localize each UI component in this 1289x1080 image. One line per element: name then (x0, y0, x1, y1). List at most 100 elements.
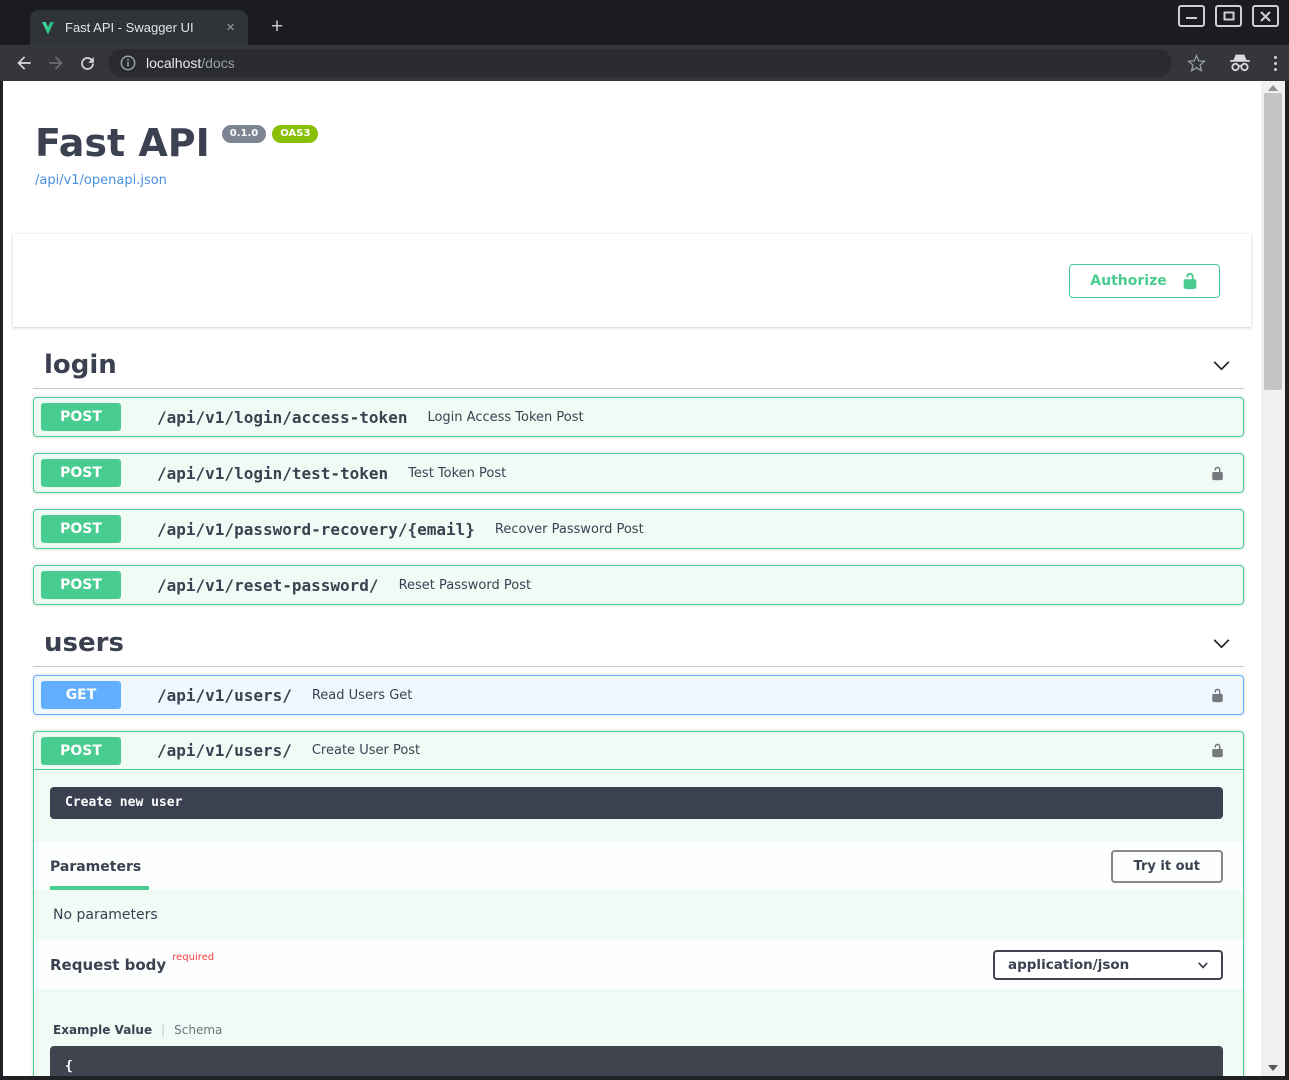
operation-summary[interactable]: POST /api/v1/password-recovery/{email} R… (34, 510, 1243, 548)
method-badge: POST (41, 737, 121, 765)
chevron-down-icon[interactable] (1211, 355, 1232, 376)
tab-separator: | (161, 1023, 165, 1037)
section-header-users[interactable]: users (33, 627, 1244, 667)
operation-path: /api/v1/login/access-token (157, 408, 407, 427)
operation-path: /api/v1/login/test-token (157, 464, 388, 483)
operation-summary[interactable]: POST /api/v1/login/access-token Login Ac… (34, 398, 1243, 436)
operation-summary-text: Test Token Post (408, 466, 1210, 481)
url-text: localhost/docs (146, 55, 235, 71)
operation-body: Create new user Parameters Try it out No… (34, 787, 1243, 1076)
auth-lock-icon[interactable] (1210, 466, 1225, 481)
api-badges: 0.1.0 OAS3 (222, 125, 319, 143)
opblock-create-user: POST /api/v1/users/ Create User Post Cre… (33, 731, 1244, 1076)
url-host: localhost (146, 55, 201, 71)
address-bar[interactable]: localhost/docs (108, 49, 1172, 77)
request-body-header: Request body required application/json (34, 940, 1243, 989)
operations-users: GET /api/v1/users/ Read Users Get POST /… (33, 675, 1244, 1076)
operation-path: /api/v1/password-recovery/{email} (157, 520, 475, 539)
tab-parameters[interactable]: Parameters (50, 859, 149, 890)
request-body-label: Request body (50, 956, 166, 974)
maximize-button[interactable] (1215, 5, 1242, 27)
browser-titlebar: Fast API - Swagger UI × + (0, 0, 1289, 45)
code-line: { (65, 1059, 73, 1074)
back-icon[interactable] (14, 53, 34, 73)
incognito-icon (1228, 53, 1252, 73)
openapi-spec-link[interactable]: /api/v1/openapi.json (35, 173, 167, 188)
tab-title: Fast API - Swagger UI (65, 20, 214, 35)
bookmark-star-icon[interactable] (1187, 54, 1206, 73)
content-type-value: application/json (1008, 957, 1129, 973)
window-controls (1178, 5, 1279, 27)
method-badge: POST (41, 515, 121, 543)
tab-schema[interactable]: Schema (174, 1023, 222, 1037)
operation-path: /api/v1/reset-password/ (157, 576, 379, 595)
chevron-down-icon[interactable] (1211, 633, 1232, 654)
no-parameters-text: No parameters (34, 890, 1243, 940)
version-badge: 0.1.0 (222, 125, 266, 143)
operation-summary[interactable]: POST /api/v1/users/ Create User Post (34, 732, 1243, 770)
auth-lock-icon[interactable] (1210, 688, 1225, 703)
browser-toolbar: localhost/docs (0, 45, 1289, 81)
section-header-login[interactable]: login (33, 349, 1244, 389)
scheme-container: Authorize (13, 234, 1251, 327)
reload-icon[interactable] (78, 54, 97, 73)
section-title: users (44, 627, 124, 659)
operation-summary-text: Recover Password Post (495, 522, 1225, 537)
oas3-badge: OAS3 (272, 125, 318, 143)
operation-summary[interactable]: POST /api/v1/reset-password/ Reset Passw… (34, 566, 1243, 604)
method-badge: POST (41, 403, 121, 431)
operation-summary-text: Reset Password Post (399, 578, 1225, 593)
parameters-header: Parameters Try it out (34, 842, 1243, 890)
browser-tab[interactable]: Fast API - Swagger UI × (30, 10, 248, 45)
scrollbar-thumb[interactable] (1264, 93, 1282, 390)
operation-path: /api/v1/users/ (157, 686, 292, 705)
content-type-select[interactable]: application/json (993, 950, 1223, 980)
minimize-button[interactable] (1178, 5, 1205, 27)
operation-summary-text: Login Access Token Post (427, 410, 1225, 425)
opblock-password-recovery: POST /api/v1/password-recovery/{email} R… (33, 509, 1244, 549)
operation-summary-text: Read Users Get (312, 688, 1210, 703)
scroll-up-arrow-icon[interactable] (1268, 85, 1278, 91)
forward-icon[interactable] (46, 53, 66, 73)
operation-summary[interactable]: GET /api/v1/users/ Read Users Get (34, 676, 1243, 714)
authorize-label: Authorize (1090, 273, 1166, 289)
page-title: Fast API (35, 121, 210, 165)
close-button[interactable] (1252, 5, 1279, 27)
operation-description: Create new user (50, 787, 1223, 819)
opblock-login-access-token: POST /api/v1/login/access-token Login Ac… (33, 397, 1244, 437)
operations-login: POST /api/v1/login/access-token Login Ac… (33, 397, 1244, 605)
opblock-read-users: GET /api/v1/users/ Read Users Get (33, 675, 1244, 715)
api-info: Fast API 0.1.0 OAS3 /api/v1/openapi.json (3, 81, 1261, 188)
nav-icons (0, 53, 97, 73)
fastapi-favicon-icon (40, 20, 56, 36)
new-tab-button[interactable]: + (262, 12, 292, 42)
swagger-page: Fast API 0.1.0 OAS3 /api/v1/openapi.json… (3, 81, 1261, 1076)
scroll-down-arrow-icon[interactable] (1268, 1065, 1278, 1071)
page-info-icon[interactable] (120, 55, 136, 71)
section-title: login (44, 349, 117, 381)
method-badge: GET (41, 681, 121, 709)
browser-window: Fast API - Swagger UI × + (0, 0, 1289, 1080)
api-sections: login POST /api/v1/login/access-token Lo… (3, 349, 1261, 1076)
tab-example-value[interactable]: Example Value (53, 1023, 152, 1037)
page-scrollbar[interactable] (1261, 81, 1285, 1076)
authorize-button[interactable]: Authorize (1069, 264, 1220, 298)
select-chevron-icon (1196, 958, 1210, 972)
unlocked-padlock-icon (1181, 272, 1199, 290)
method-badge: POST (41, 571, 121, 599)
model-example-tabs: Example Value | Schema (53, 1023, 1227, 1037)
example-code-block: { (50, 1046, 1223, 1076)
toolbar-right (1187, 45, 1277, 81)
try-it-out-button[interactable]: Try it out (1111, 850, 1223, 883)
auth-lock-icon[interactable] (1210, 743, 1225, 758)
operation-summary-text: Create User Post (312, 743, 1210, 758)
opblock-reset-password: POST /api/v1/reset-password/ Reset Passw… (33, 565, 1244, 605)
operation-summary[interactable]: POST /api/v1/login/test-token Test Token… (34, 454, 1243, 492)
browser-menu-icon[interactable] (1274, 56, 1277, 71)
tab-close-icon[interactable]: × (223, 19, 238, 36)
opblock-login-test-token: POST /api/v1/login/test-token Test Token… (33, 453, 1244, 493)
required-flag: required (172, 952, 214, 963)
operation-path: /api/v1/users/ (157, 741, 292, 760)
url-path: /docs (201, 55, 234, 71)
method-badge: POST (41, 459, 121, 487)
